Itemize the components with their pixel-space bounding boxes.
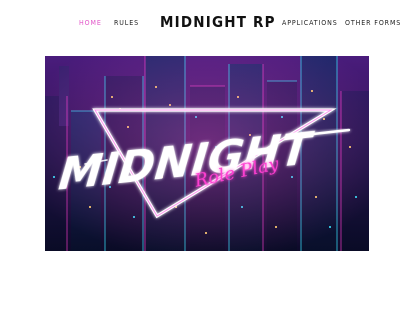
site-header: HOME RULES MIDNIGHT RP APPLICATIONS OTHE… bbox=[0, 0, 415, 48]
nav-applications-link[interactable]: APPLICATIONS bbox=[282, 19, 338, 27]
nav-home-link[interactable]: HOME bbox=[79, 19, 102, 27]
hero-banner-image: MIDNIGHT Role Play bbox=[45, 56, 369, 251]
site-title[interactable]: MIDNIGHT RP bbox=[160, 13, 275, 31]
nav-other-forms-link[interactable]: OTHER FORMS bbox=[345, 19, 401, 27]
nav-rules-link[interactable]: RULES bbox=[114, 19, 139, 27]
